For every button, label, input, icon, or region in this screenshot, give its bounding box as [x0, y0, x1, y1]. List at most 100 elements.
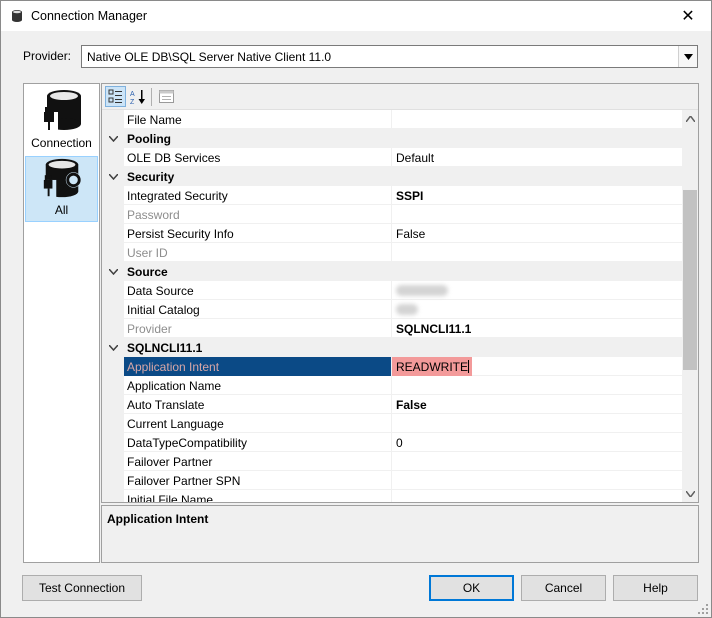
collapse-icon[interactable]	[108, 134, 118, 144]
row-gutter	[102, 376, 124, 395]
property-name: OLE DB Services	[127, 151, 221, 165]
sort-az-icon: A Z	[130, 89, 145, 105]
alphabetical-sort-button[interactable]: A Z	[127, 86, 148, 107]
value-text: False	[396, 227, 426, 241]
help-button[interactable]: Help	[613, 575, 698, 601]
property-name: Initial Catalog	[127, 303, 200, 317]
scroll-down-button[interactable]	[682, 485, 698, 502]
sidebar-item-label: Connection	[31, 136, 92, 150]
property-grid: A Z File Name Pooling OLE DB Services Defau…	[101, 83, 699, 503]
column-divider	[391, 148, 392, 167]
row-gutter	[102, 414, 124, 433]
provider-value: Native OLE DB\SQL Server Native Client 1…	[87, 50, 332, 64]
row-gutter	[102, 319, 124, 338]
row-gutter	[102, 357, 124, 376]
property-row[interactable]: DataTypeCompatibility 0	[102, 433, 682, 452]
collapse-icon[interactable]	[108, 267, 118, 277]
property-name: Failover Partner SPN	[127, 474, 241, 488]
property-name: Application Intent	[127, 360, 220, 374]
property-category[interactable]: SQLNCLI11.1	[102, 338, 682, 357]
text-caret	[468, 360, 469, 373]
property-row[interactable]: Failover Partner	[102, 452, 682, 471]
row-gutter	[102, 205, 124, 224]
close-button[interactable]: ✕	[665, 1, 711, 31]
scrollbar-thumb[interactable]	[683, 190, 697, 370]
value-text: SQLNCLI11.1	[396, 322, 472, 336]
property-row[interactable]: File Name	[102, 110, 682, 129]
column-divider	[391, 414, 392, 433]
property-row[interactable]: Current Language	[102, 414, 682, 433]
property-value: SQLNCLI11.1	[396, 322, 471, 336]
property-value-redacted	[396, 303, 418, 317]
property-value-input[interactable]: READWRITE	[396, 360, 469, 374]
connection-manager-window: Connection Manager ✕ Provider: Native OL…	[0, 0, 712, 618]
property-row[interactable]: Application Name	[102, 376, 682, 395]
property-name: Initial File Name	[127, 493, 214, 502]
property-pages-button[interactable]	[156, 86, 177, 107]
property-row[interactable]: Password	[102, 205, 682, 224]
property-name: Failover Partner	[127, 455, 213, 469]
provider-dropdown[interactable]: Native OLE DB\SQL Server Native Client 1…	[81, 45, 698, 68]
row-gutter	[102, 452, 124, 471]
cancel-button[interactable]: Cancel	[521, 575, 606, 601]
property-row[interactable]: Initial File Name	[102, 490, 682, 502]
row-gutter	[102, 471, 124, 490]
row-gutter	[102, 490, 124, 502]
column-divider	[391, 471, 392, 490]
description-title: Application Intent	[107, 512, 209, 526]
database-wrench-icon	[40, 158, 81, 198]
value-text: READWRITE	[396, 360, 468, 374]
property-row[interactable]: User ID	[102, 243, 682, 262]
column-divider	[391, 205, 392, 224]
category-name: Source	[127, 265, 168, 279]
svg-text:A: A	[130, 91, 135, 98]
property-name: DataTypeCompatibility	[127, 436, 248, 450]
property-value: False	[396, 398, 427, 412]
property-row[interactable]: Failover Partner SPN	[102, 471, 682, 490]
property-category[interactable]: Security	[102, 167, 682, 186]
column-divider	[391, 490, 392, 502]
property-row[interactable]: Provider SQLNCLI11.1	[102, 319, 682, 338]
collapse-icon[interactable]	[108, 343, 118, 353]
property-name: Auto Translate	[127, 398, 205, 412]
sidebar: Connection All	[23, 83, 100, 563]
property-row[interactable]: Integrated Security SSPI	[102, 186, 682, 205]
column-divider	[391, 224, 392, 243]
sidebar-item-connection[interactable]: Connection	[25, 88, 98, 154]
column-divider	[391, 281, 392, 300]
row-gutter	[102, 281, 124, 300]
column-divider	[391, 243, 392, 262]
scroll-up-button[interactable]	[682, 110, 698, 127]
categorized-view-button[interactable]	[105, 86, 126, 107]
test-connection-button[interactable]: Test Connection	[22, 575, 142, 601]
property-rows: File Name Pooling OLE DB Services Default Se…	[102, 110, 682, 502]
column-divider	[391, 357, 392, 376]
property-row[interactable]: Persist Security Info False	[102, 224, 682, 243]
row-gutter	[102, 395, 124, 414]
column-divider	[391, 300, 392, 319]
property-row[interactable]: OLE DB Services Default	[102, 148, 682, 167]
svg-text:Z: Z	[130, 99, 135, 105]
row-gutter	[102, 224, 124, 243]
property-row[interactable]: Data Source	[102, 281, 682, 300]
property-value-redacted	[396, 284, 448, 298]
ok-button[interactable]: OK	[429, 575, 514, 601]
column-divider	[391, 395, 392, 414]
property-category[interactable]: Source	[102, 262, 682, 281]
property-row[interactable]: Application Intent READWRITE	[102, 357, 682, 376]
column-divider	[391, 376, 392, 395]
property-name: User ID	[127, 246, 168, 260]
property-name: Provider	[127, 322, 172, 336]
redacted-blur	[396, 304, 418, 315]
collapse-icon[interactable]	[108, 172, 118, 182]
chevron-down-icon[interactable]	[678, 46, 697, 67]
property-category[interactable]: Pooling	[102, 129, 682, 148]
property-row[interactable]: Initial Catalog	[102, 300, 682, 319]
vertical-scrollbar[interactable]	[682, 110, 698, 502]
resize-grip-icon[interactable]	[697, 603, 709, 615]
property-row[interactable]: Auto Translate False	[102, 395, 682, 414]
sidebar-item-all[interactable]: All	[25, 156, 98, 222]
value-text: SSPI	[396, 189, 424, 203]
column-divider	[391, 452, 392, 471]
property-name: Persist Security Info	[127, 227, 234, 241]
